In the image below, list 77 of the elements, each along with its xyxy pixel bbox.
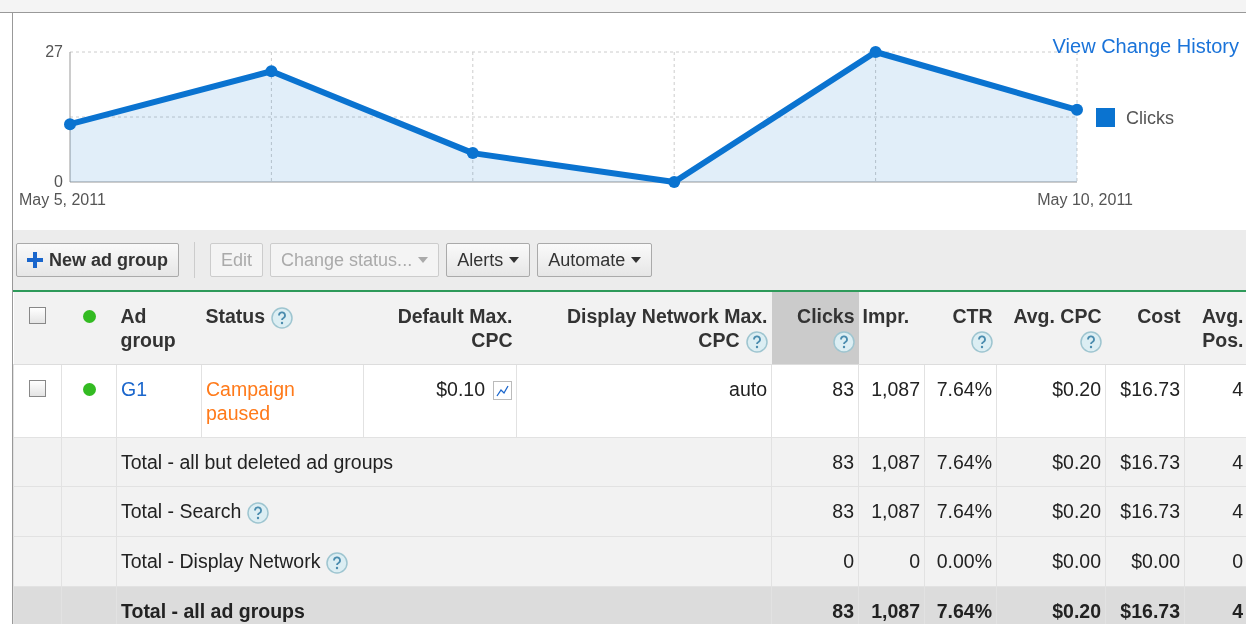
column-header[interactable]: Avg. CPC [996, 292, 1106, 365]
ad-group-link[interactable]: G1 [121, 378, 147, 400]
cell-text: 4 [1232, 378, 1243, 400]
column-header[interactable]: Default Max. CPC [363, 292, 517, 365]
cell-text: 83 [832, 500, 854, 522]
cell-text: $16.73 [1120, 500, 1180, 522]
cell-text: $0.20 [1052, 451, 1101, 473]
cell-text: $16.73 [1120, 599, 1180, 622]
data-point [265, 65, 278, 78]
column-header[interactable]: Display Network Max. CPC [516, 292, 772, 365]
cell-text: $0.20 [1052, 500, 1101, 522]
cell-text: 4 [1232, 500, 1243, 522]
checkbox[interactable] [29, 307, 46, 324]
plus-icon [27, 252, 43, 268]
cell-text: 1,087 [871, 451, 920, 473]
cell-text: 7.64% [936, 500, 992, 522]
column-header[interactable]: Cost [1105, 292, 1185, 365]
column-header[interactable]: Clicks [771, 292, 859, 365]
column-header[interactable]: Avg. Pos. [1184, 292, 1246, 365]
status-text: Campaign paused [206, 377, 296, 425]
axis-label: 0 [54, 173, 63, 190]
cell-text: 4 [1232, 599, 1243, 622]
cell-text: $0.20 [1052, 378, 1101, 400]
cell-text: $0.20 [1052, 599, 1101, 622]
caret-icon [509, 257, 520, 263]
new-ad-group-button[interactable]: New ad group [16, 243, 179, 277]
cell-text: $16.73 [1120, 451, 1180, 473]
dropdown-button[interactable]: Alerts [446, 243, 531, 277]
data-point [869, 46, 882, 58]
axis-label: May 10, 2011 [1037, 191, 1133, 208]
column-header[interactable]: Status [201, 292, 364, 365]
cell-text: 1,087 [871, 378, 920, 400]
cell-text: 7.64% [936, 378, 992, 400]
checkbox[interactable] [29, 380, 46, 397]
help-icon[interactable] [745, 330, 768, 353]
cell-text: 83 [832, 378, 854, 400]
total-label: Total - Display Network [121, 549, 321, 572]
legend-label: Clicks [1126, 108, 1174, 128]
help-icon[interactable] [1079, 330, 1102, 353]
cell-text: 0 [843, 549, 854, 572]
column-header[interactable]: Ad group [116, 292, 202, 365]
dropdown-button[interactable]: Automate [537, 243, 653, 277]
help-icon[interactable] [247, 501, 270, 524]
cell-text: $0.00 [1052, 549, 1101, 572]
cell-text: 0.00% [936, 549, 992, 572]
data-point [668, 176, 681, 188]
total-label: Total - all but deleted ad groups [121, 451, 394, 473]
total-label: Total - Search [121, 500, 242, 522]
caret-icon [631, 257, 642, 263]
cell-text: 0 [909, 549, 920, 572]
cell-text: 7.64% [936, 599, 992, 622]
cell-text: $0.00 [1131, 549, 1180, 572]
column-header[interactable]: CTR [924, 292, 997, 365]
cell-text: 1,087 [871, 500, 920, 522]
data-point [64, 118, 76, 131]
chart-icon[interactable] [493, 381, 512, 401]
total-label: Total - all ad groups [121, 599, 305, 622]
help-icon[interactable] [326, 551, 349, 574]
data-point [466, 147, 479, 160]
caret-icon [418, 257, 429, 263]
axis-label: May 5, 2011 [19, 191, 106, 208]
help-icon[interactable] [271, 306, 294, 329]
column-header[interactable]: Impr. [858, 292, 925, 365]
cell-text: 7.64% [936, 451, 992, 473]
axis-label: 27 [45, 43, 63, 60]
help-icon[interactable] [970, 330, 993, 353]
cell-text: $0.10 [436, 378, 485, 400]
cell-text: $16.73 [1120, 378, 1180, 400]
cell-text: 1,087 [871, 599, 920, 622]
help-icon[interactable] [832, 330, 855, 353]
cell-text: 83 [832, 451, 854, 473]
cell-text: auto [729, 378, 767, 400]
cell-text: 83 [832, 599, 854, 622]
cell-text: 0 [1232, 549, 1243, 572]
view-change-history-link[interactable]: View Change History [1052, 35, 1239, 58]
data-point [1071, 103, 1083, 116]
cell-text: 4 [1232, 451, 1243, 473]
